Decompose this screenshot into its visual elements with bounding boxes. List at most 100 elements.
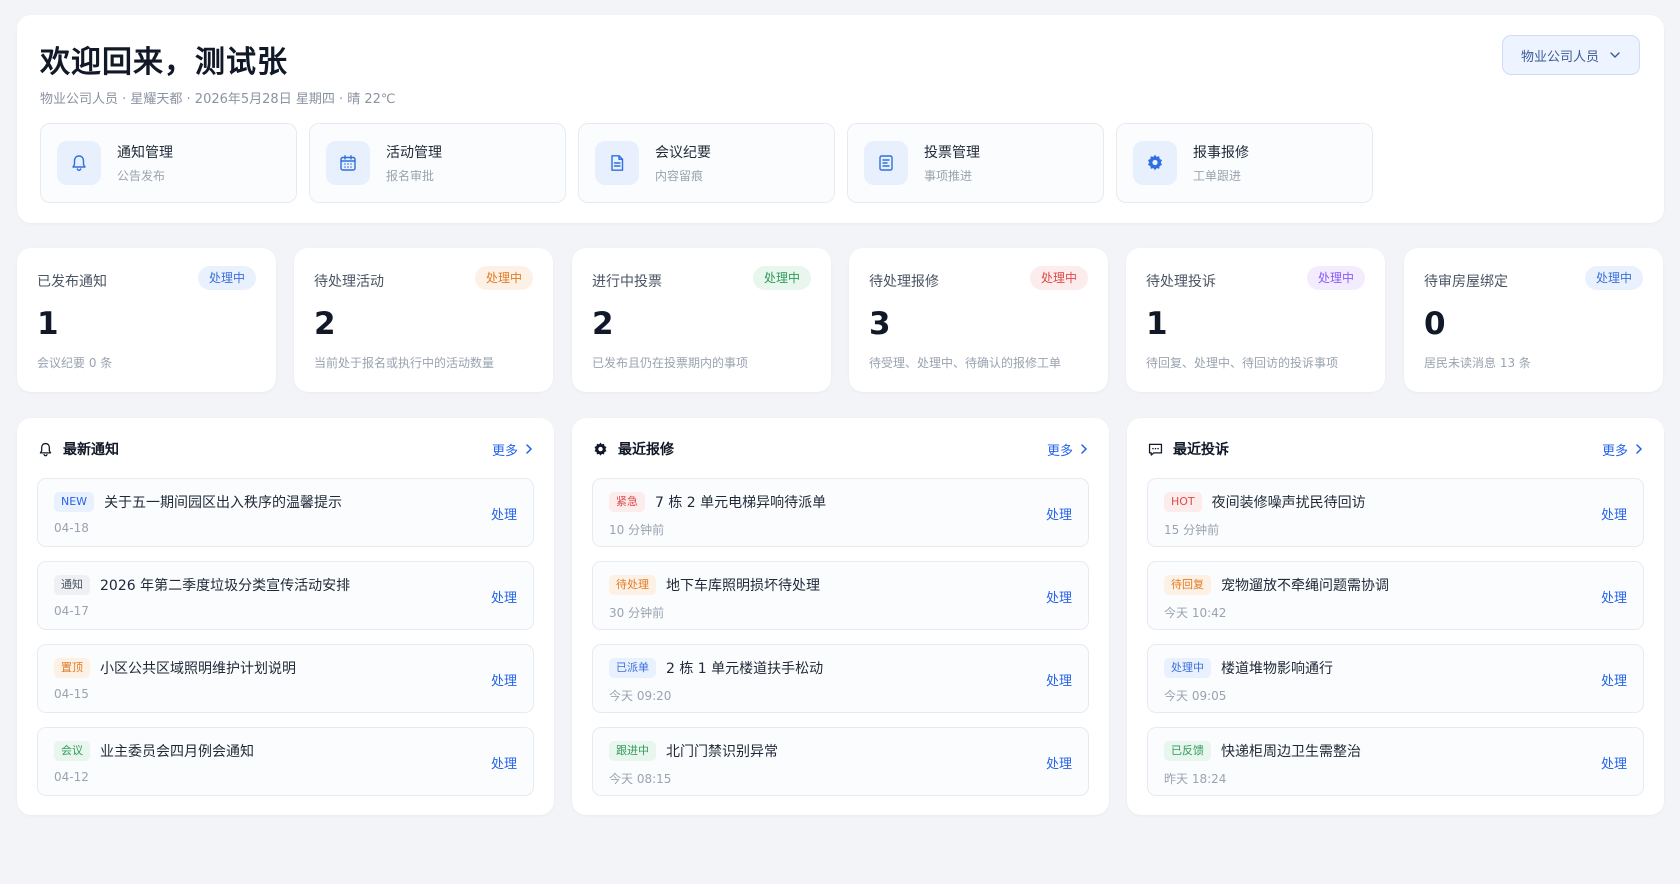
- tag-badge: HOT: [1164, 492, 1202, 512]
- stat-card-votes[interactable]: 进行中投票 处理中 2 已发布且仍在投票期内的事项: [572, 248, 831, 392]
- quick-action-desc: 内容留痕: [655, 169, 704, 183]
- handle-link[interactable]: 处理: [1046, 504, 1072, 523]
- list-item-title: 楼道堆物影响通行: [1221, 661, 1333, 677]
- handle-link[interactable]: 处理: [1601, 753, 1627, 772]
- list-item-header: 紧急 7 栋 2 单元电梯异响待派单: [609, 492, 826, 512]
- list-item[interactable]: 会议 业主委员会四月例会通知 04-12 处理: [37, 727, 534, 796]
- list-item-title: 2026 年第二季度垃圾分类宣传活动安排: [100, 578, 351, 594]
- status-badge: 处理中: [474, 266, 533, 290]
- handle-link[interactable]: 处理: [1046, 587, 1072, 606]
- quick-action-vote[interactable]: 投票管理 事项推进: [847, 123, 1104, 203]
- more-label: 更多: [1046, 443, 1073, 459]
- panel-header: 最近报修 更多: [592, 438, 1089, 460]
- list-item-title: 快递柜周边卫生需整治: [1221, 744, 1361, 760]
- list-item-time: 今天 09:05: [1164, 689, 1227, 703]
- list-item[interactable]: NEW 关于五一期间园区出入秩序的温馨提示 04-18 处理: [37, 478, 534, 547]
- panel-title: 最近投诉: [1173, 442, 1229, 458]
- handle-link[interactable]: 处理: [491, 587, 517, 606]
- handle-link[interactable]: 处理: [1601, 504, 1627, 523]
- stat-value: 1: [1146, 306, 1168, 342]
- list-item-header: 处理中 楼道堆物影响通行: [1164, 658, 1333, 678]
- list-item-time: 15 分钟前: [1164, 523, 1220, 537]
- tag-badge: 跟进中: [609, 741, 656, 761]
- stat-label: 待处理报修: [869, 274, 939, 290]
- chevron-right-icon: [526, 444, 533, 454]
- stat-note: 待回复、处理中、待回访的投诉事项: [1146, 356, 1339, 370]
- handle-link[interactable]: 处理: [1601, 587, 1627, 606]
- stat-card-activities[interactable]: 待处理活动 处理中 2 当前处于报名或执行中的活动数量: [294, 248, 553, 392]
- quick-action-title: 通知管理: [117, 145, 173, 161]
- tag-badge: 会议: [54, 741, 90, 761]
- more-label: 更多: [1601, 443, 1628, 459]
- list-item-time: 30 分钟前: [609, 606, 665, 620]
- stat-note: 会议纪要 0 条: [37, 356, 113, 370]
- list-item-time: 04-18: [54, 521, 89, 535]
- list-item[interactable]: 待处理 地下车库照明损坏待处理 30 分钟前 处理: [592, 561, 1089, 630]
- tag-badge: 待处理: [609, 575, 656, 595]
- tag-badge: 紧急: [609, 492, 645, 512]
- quick-action-desc: 工单跟进: [1193, 169, 1242, 183]
- list-item-title: 关于五一期间园区出入秩序的温馨提示: [104, 495, 343, 511]
- list-item[interactable]: HOT 夜间装修噪声扰民待回访 15 分钟前 处理: [1147, 478, 1644, 547]
- chevron-down-icon: [1610, 52, 1620, 58]
- stat-card-notices[interactable]: 已发布通知 处理中 1 会议纪要 0 条: [17, 248, 276, 392]
- panel-title: 最近报修: [618, 442, 674, 458]
- stat-card-house-binding[interactable]: 待审房屋绑定 处理中 0 居民未读消息 13 条: [1404, 248, 1663, 392]
- status-badge: 处理中: [1306, 266, 1365, 290]
- list-item-header: NEW 关于五一期间园区出入秩序的温馨提示: [54, 492, 342, 512]
- welcome-subtitle: 物业公司人员 · 星耀天都 · 2026年5月28日 星期四 · 晴 22℃: [40, 92, 396, 107]
- role-select[interactable]: 物业公司人员: [1502, 35, 1640, 75]
- stat-label: 进行中投票: [592, 274, 662, 290]
- handle-link[interactable]: 处理: [491, 504, 517, 523]
- list-item[interactable]: 跟进中 北门门禁识别异常 今天 08:15 处理: [592, 727, 1089, 796]
- list-item[interactable]: 待回复 宠物遛放不牵绳问题需协调 今天 10:42 处理: [1147, 561, 1644, 630]
- handle-link[interactable]: 处理: [1046, 753, 1072, 772]
- list-item-header: 会议 业主委员会四月例会通知: [54, 741, 254, 761]
- more-link[interactable]: 更多: [1602, 440, 1644, 459]
- quick-action-title: 投票管理: [924, 145, 980, 161]
- more-link[interactable]: 更多: [492, 440, 534, 459]
- quick-action-notice[interactable]: 通知管理 公告发布: [40, 123, 297, 203]
- panel-header: 最近投诉 更多: [1147, 438, 1644, 460]
- stat-label: 待处理活动: [314, 274, 384, 290]
- bell-icon: [39, 442, 52, 456]
- handle-link[interactable]: 处理: [491, 753, 517, 772]
- list-item-title: 夜间装修噪声扰民待回访: [1211, 495, 1366, 511]
- list-item-time: 10 分钟前: [609, 523, 665, 537]
- stat-card-complaints[interactable]: 待处理投诉 处理中 1 待回复、处理中、待回访的投诉事项: [1126, 248, 1385, 392]
- more-link[interactable]: 更多: [1047, 440, 1089, 459]
- panel-title: 最新通知: [63, 442, 119, 458]
- quick-action-minutes[interactable]: 会议纪要 内容留痕: [578, 123, 835, 203]
- stat-note: 已发布且仍在投票期内的事项: [592, 356, 749, 370]
- list-item[interactable]: 紧急 7 栋 2 单元电梯异响待派单 10 分钟前 处理: [592, 478, 1089, 547]
- quick-actions: 通知管理 公告发布 活动管理 报名审批 会议纪要 内容留痕 投票管理 事项推进 …: [40, 123, 1373, 203]
- chevron-right-icon: [1081, 444, 1088, 454]
- list-item-header: 待处理 地下车库照明损坏待处理: [609, 575, 820, 595]
- list-item[interactable]: 已反馈 快递柜周边卫生需整治 昨天 18:24 处理: [1147, 727, 1644, 796]
- list-item-header: 跟进中 北门门禁识别异常: [609, 741, 778, 761]
- stat-value: 2: [314, 306, 336, 342]
- ballot-icon: [864, 141, 908, 185]
- list-item[interactable]: 已派单 2 栋 1 单元楼道扶手松动 今天 09:20 处理: [592, 644, 1089, 713]
- list-item[interactable]: 通知 2026 年第二季度垃圾分类宣传活动安排 04-17 处理: [37, 561, 534, 630]
- tag-badge: 已派单: [609, 658, 656, 678]
- stat-card-repairs[interactable]: 待处理报修 处理中 3 待受理、处理中、待确认的报修工单: [849, 248, 1108, 392]
- bell-icon: [57, 141, 101, 185]
- quick-action-repair[interactable]: 报事报修 工单跟进: [1116, 123, 1373, 203]
- handle-link[interactable]: 处理: [1046, 670, 1072, 689]
- document-icon: [595, 141, 639, 185]
- list-item[interactable]: 置顶 小区公共区域照明维护计划说明 04-15 处理: [37, 644, 534, 713]
- more-label: 更多: [491, 443, 518, 459]
- stat-note: 居民未读消息 13 条: [1424, 356, 1531, 370]
- tag-badge: 处理中: [1164, 658, 1211, 678]
- handle-link[interactable]: 处理: [1601, 670, 1627, 689]
- calendar-icon: [326, 141, 370, 185]
- stat-note: 待受理、处理中、待确认的报修工单: [869, 356, 1062, 370]
- quick-action-title: 活动管理: [386, 145, 442, 161]
- list-item-header: 置顶 小区公共区域照明维护计划说明: [54, 658, 296, 678]
- list-item-title: 北门门禁识别异常: [666, 744, 778, 760]
- handle-link[interactable]: 处理: [491, 670, 517, 689]
- quick-action-activity[interactable]: 活动管理 报名审批: [309, 123, 566, 203]
- quick-action-desc: 报名审批: [386, 169, 435, 183]
- list-item[interactable]: 处理中 楼道堆物影响通行今天 09:05 处理: [1147, 644, 1644, 713]
